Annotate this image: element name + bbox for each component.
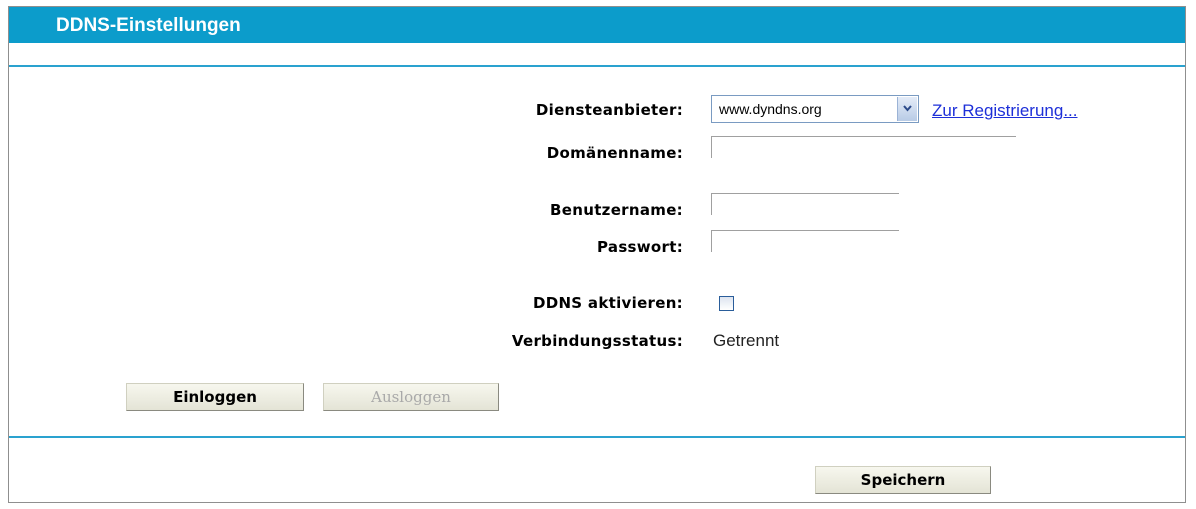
login-button[interactable]: Einloggen bbox=[126, 383, 304, 411]
top-divider bbox=[9, 65, 1185, 67]
provider-label: Diensteanbieter: bbox=[535, 101, 683, 119]
ddns-settings-panel: DDNS-Einstellungen Diensteanbieter: www.… bbox=[8, 6, 1186, 503]
enable-ddns-label: DDNS aktivieren: bbox=[532, 294, 683, 312]
save-button[interactable]: Speichern bbox=[815, 466, 991, 494]
provider-select[interactable]: www.dyndns.org bbox=[711, 95, 919, 123]
chevron-down-icon[interactable] bbox=[897, 97, 917, 121]
username-label: Benutzername: bbox=[550, 201, 683, 219]
register-link[interactable]: Zur Registrierung... bbox=[932, 101, 1078, 121]
domain-label: Domänenname: bbox=[546, 144, 683, 162]
connection-status-label: Verbindungsstatus: bbox=[511, 332, 683, 350]
domain-input[interactable] bbox=[711, 136, 1016, 158]
password-label: Passwort: bbox=[597, 238, 683, 256]
password-input[interactable] bbox=[711, 230, 899, 252]
header-bar: DDNS-Einstellungen bbox=[9, 7, 1185, 43]
enable-ddns-checkbox[interactable] bbox=[719, 296, 734, 311]
bottom-divider bbox=[9, 436, 1185, 438]
page-title: DDNS-Einstellungen bbox=[56, 15, 241, 36]
connection-status-value: Getrennt bbox=[713, 331, 780, 350]
logout-button[interactable]: Ausloggen bbox=[323, 383, 499, 411]
username-input[interactable] bbox=[711, 193, 899, 215]
provider-select-value: www.dyndns.org bbox=[719, 101, 822, 117]
